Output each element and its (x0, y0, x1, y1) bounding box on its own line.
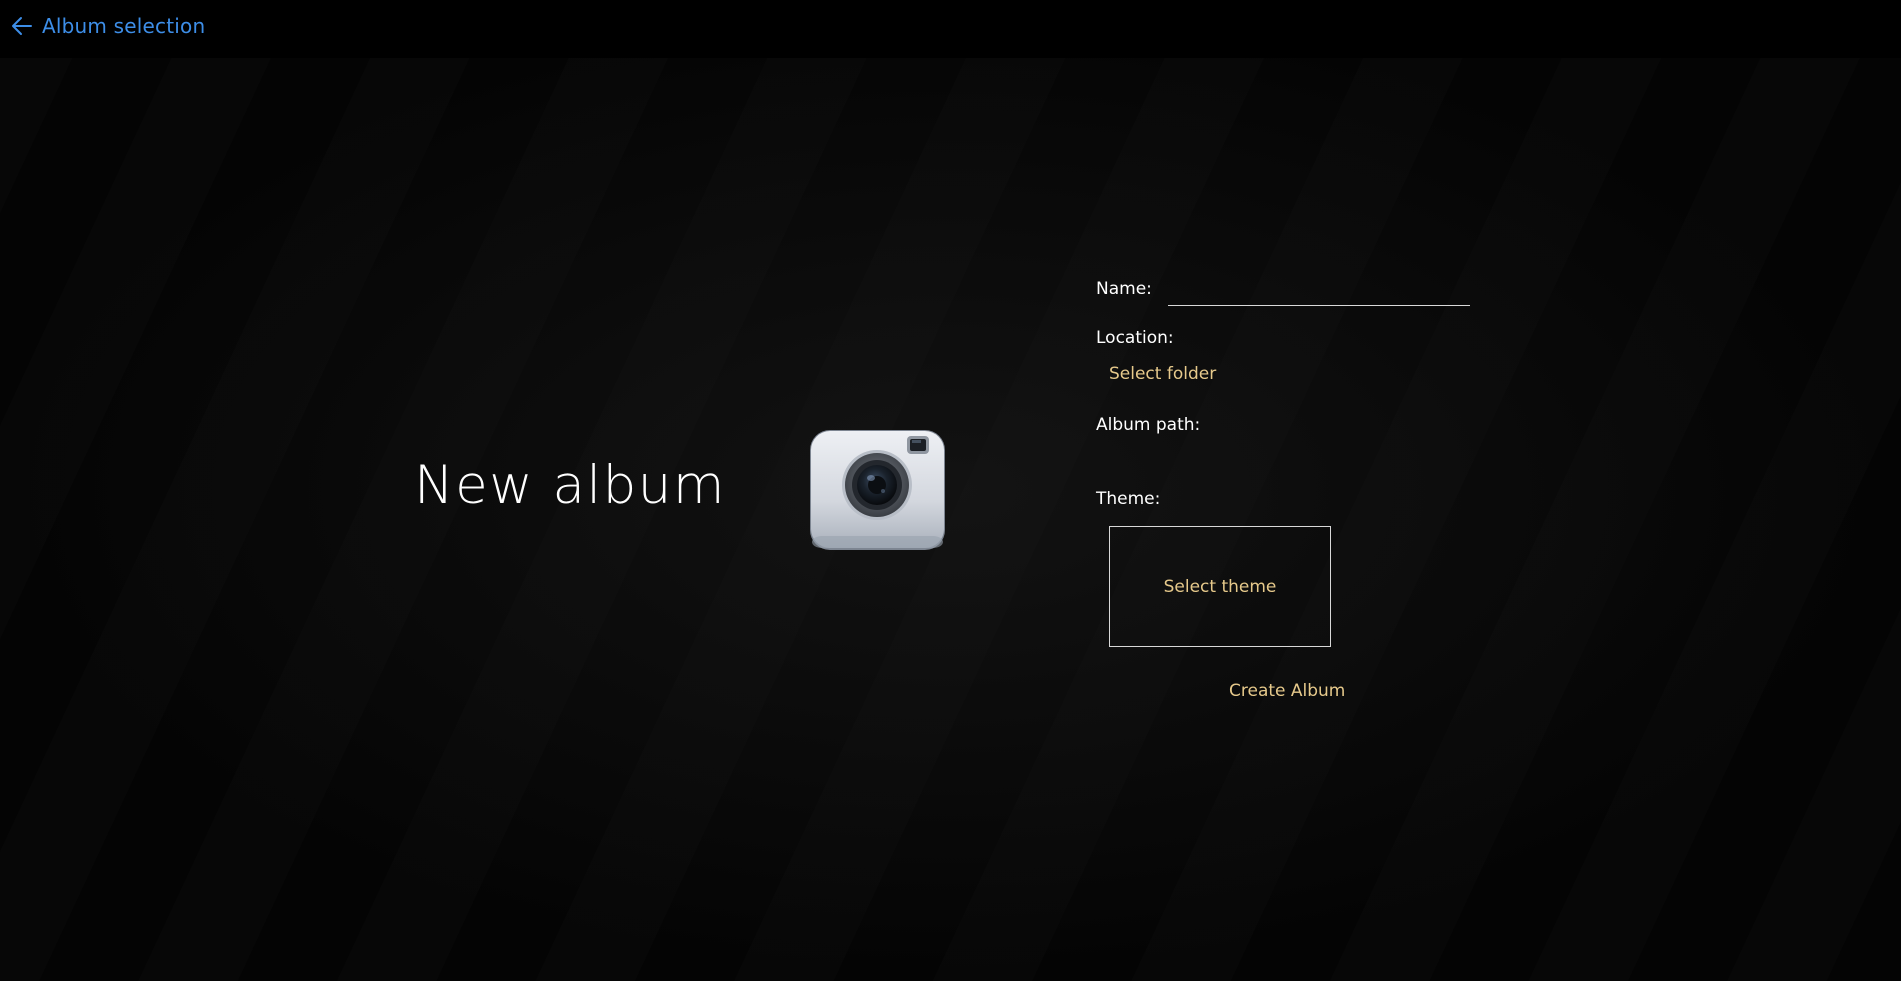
create-album-button[interactable]: Create Album (1229, 681, 1345, 701)
location-label: Location: (1096, 328, 1174, 348)
select-theme-label: Select theme (1163, 576, 1277, 597)
name-label: Name: (1096, 279, 1152, 299)
album-name-input[interactable] (1168, 276, 1470, 306)
theme-label: Theme: (1096, 489, 1161, 509)
select-theme-button[interactable]: Select theme (1109, 526, 1331, 647)
page-title: New album (414, 455, 727, 516)
back-link-label: Album selection (42, 14, 206, 38)
camera-icon (808, 428, 947, 552)
arrow-left-icon (10, 14, 34, 38)
new-album-page: Album selection New album Name: Location… (0, 0, 1901, 981)
album-path-label: Album path: (1096, 415, 1201, 435)
back-to-album-selection-link[interactable]: Album selection (10, 14, 205, 38)
select-folder-button[interactable]: Select folder (1109, 364, 1216, 384)
top-bar: Album selection (0, 0, 1901, 58)
